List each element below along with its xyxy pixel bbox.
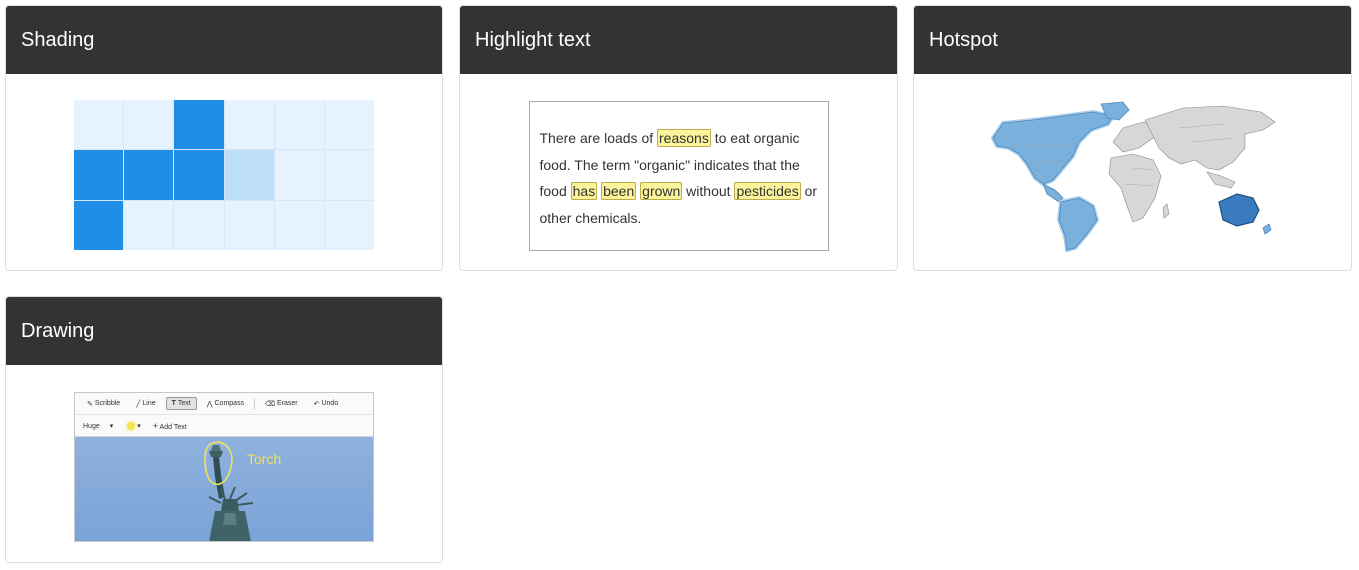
card-hotspot[interactable]: Hotspot — [913, 5, 1352, 271]
color-picker: ▾ — [127, 421, 141, 430]
plus-icon: + — [152, 420, 158, 431]
passage-line: other chemicals. — [540, 205, 818, 232]
toolbar-divider — [254, 397, 256, 410]
shading-cell — [124, 150, 174, 200]
compass-tool: ⋀ Compass — [201, 397, 250, 411]
card-body — [914, 74, 1351, 270]
eraser-icon: ⌫ — [265, 400, 275, 408]
shading-cell — [224, 100, 274, 150]
highlighted-word: grown — [640, 182, 683, 200]
world-map-image — [983, 98, 1283, 253]
line-label: Line — [142, 400, 156, 407]
shading-cell — [324, 200, 374, 250]
drawing-preview: ✎ Scribble ╱ Line T Text ⋀ Compass ⌫ Eraser ↶… — [74, 392, 374, 542]
shading-cell — [274, 150, 324, 200]
passage-line: There are loads of reasons to eat organi… — [540, 125, 818, 152]
caret-down-icon: ▾ — [109, 422, 114, 430]
line-icon: ╱ — [136, 400, 141, 408]
highlighted-word: been — [601, 182, 637, 200]
add-text-label: Add Text — [159, 423, 187, 431]
card-title: Shading — [6, 6, 442, 74]
shading-cell — [274, 200, 324, 250]
undo-label: Undo — [321, 400, 339, 407]
card-highlight-text[interactable]: Highlight text There are loads of reason… — [459, 5, 898, 271]
passage-text: or — [800, 183, 818, 199]
highlight-passage: There are loads of reasons to eat organi… — [530, 102, 828, 231]
highlighted-word: reasons — [657, 129, 711, 147]
shading-grid — [74, 100, 374, 250]
text-tool: T Text — [165, 397, 197, 410]
highlight-preview: There are loads of reasons to eat organi… — [528, 101, 829, 251]
compass-icon: ⋀ — [206, 400, 213, 408]
shading-cell — [124, 100, 174, 150]
shading-cell — [174, 100, 224, 150]
line-tool: ╱ Line — [130, 397, 161, 411]
caret-down-icon: ▾ — [137, 422, 141, 430]
shading-cell — [274, 100, 324, 150]
shading-cell — [174, 150, 224, 200]
card-title: Hotspot — [914, 6, 1351, 74]
canvas-text-annotation: Torch — [247, 451, 282, 467]
color-swatch-icon — [127, 421, 136, 430]
scribble-label: Scribble — [94, 400, 121, 407]
eraser-tool: ⌫ Eraser — [259, 397, 304, 411]
shading-cell — [124, 200, 174, 250]
undo-icon: ↶ — [313, 400, 320, 408]
passage-line: food has been grown without pesticides o… — [540, 178, 818, 205]
drawing-widget: ✎ Scribble ╱ Line T Text ⋀ Compass ⌫ Eraser ↶… — [74, 392, 374, 542]
card-body: ✎ Scribble ╱ Line T Text ⋀ Compass ⌫ Eraser ↶… — [6, 365, 442, 561]
eraser-label: Eraser — [276, 400, 298, 407]
passage-text: without — [682, 183, 735, 199]
highlighted-word: has — [570, 182, 598, 200]
undo-tool: ↶ Undo — [308, 397, 345, 411]
shading-cell — [174, 200, 224, 250]
card-body: There are loads of reasons to eat organi… — [460, 74, 897, 270]
size-value: Huge — [83, 422, 100, 430]
scribble-tool: ✎ Scribble — [81, 397, 126, 411]
pencil-icon: ✎ — [87, 400, 93, 408]
card-shading[interactable]: Shading — [5, 5, 443, 271]
add-text-tool: + Add Text — [153, 421, 187, 431]
shading-cell — [224, 200, 274, 250]
drawing-canvas: Torch — [75, 437, 373, 541]
drawing-toolbar: ✎ Scribble ╱ Line T Text ⋀ Compass ⌫ Eraser ↶… — [75, 393, 373, 415]
size-select: Huge ▾ — [83, 422, 113, 430]
shading-cell — [74, 150, 124, 200]
text-icon: T — [171, 400, 176, 407]
shading-preview — [74, 100, 374, 250]
shading-cell — [74, 100, 124, 150]
highlighted-word: pesticides — [734, 182, 801, 200]
card-body — [6, 74, 442, 270]
passage-line: food. The term "organic" indicates that … — [540, 152, 818, 179]
card-title: Drawing — [6, 297, 442, 365]
passage-text: to eat organic — [710, 130, 800, 146]
text-label: Text — [177, 400, 191, 407]
passage-text: There are loads of — [539, 130, 658, 146]
shading-cell — [324, 100, 374, 150]
scribble-circle-annotation — [204, 441, 233, 486]
passage-text: other chemicals. — [539, 209, 642, 226]
shading-cell — [74, 200, 124, 250]
passage-text: food. The term "organic" indicates that … — [539, 156, 800, 173]
card-title: Highlight text — [460, 6, 897, 74]
compass-label: Compass — [214, 400, 245, 407]
highlight-passage-box: There are loads of reasons to eat organi… — [528, 101, 829, 251]
card-drawing[interactable]: Drawing ✎ Scribble ╱ Line T Text ⋀ Compass ⌫… — [5, 296, 443, 563]
shading-cell — [224, 150, 274, 200]
passage-text: food — [539, 183, 571, 199]
drawing-options-bar: Huge ▾ ▾ + Add Text — [75, 415, 373, 437]
shading-cell — [324, 150, 374, 200]
region-australia — [1217, 193, 1260, 227]
